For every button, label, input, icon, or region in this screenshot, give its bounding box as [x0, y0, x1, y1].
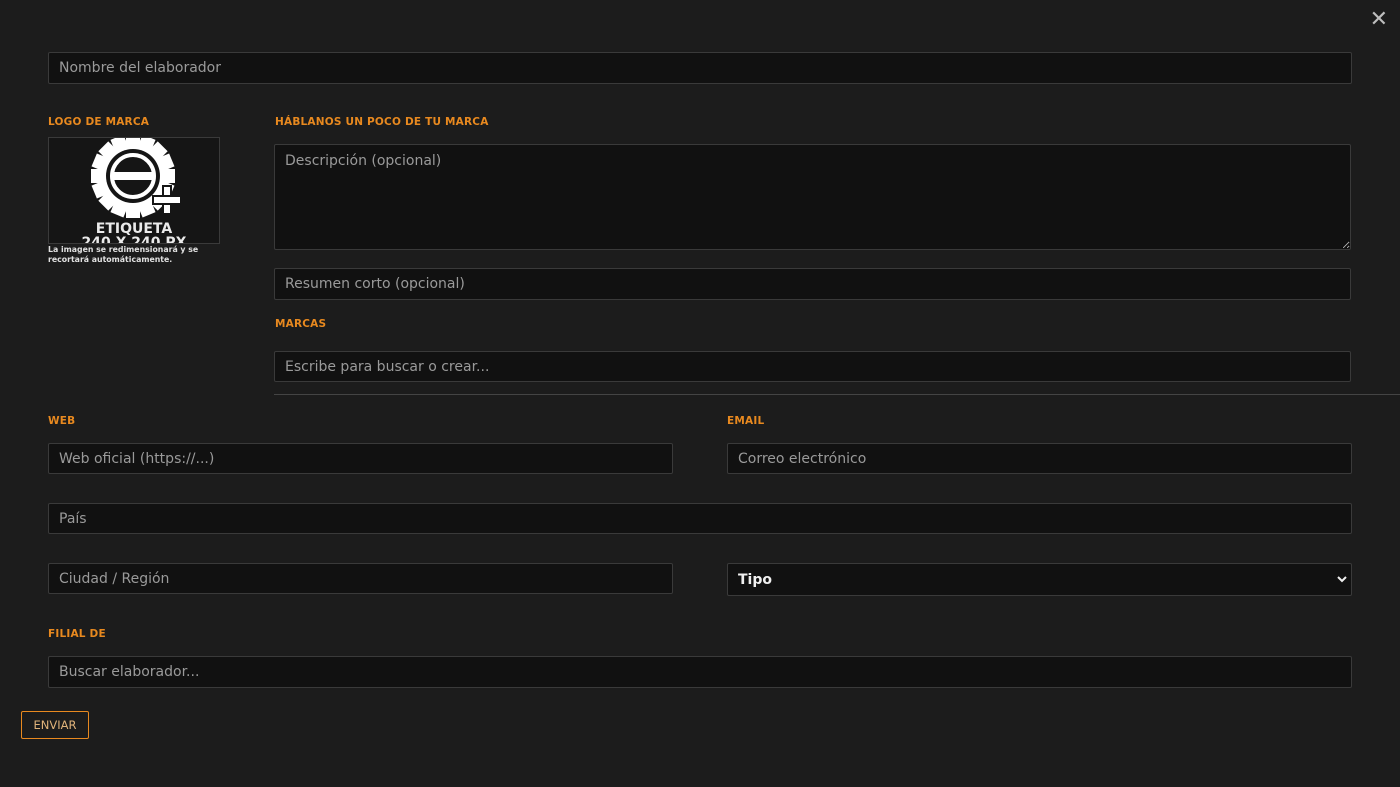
- web-input[interactable]: [48, 443, 673, 474]
- submit-button[interactable]: ENVIAR: [21, 711, 89, 739]
- about-label: HÁBLANOS UN POCO DE TU MARCA: [275, 116, 489, 128]
- email-input[interactable]: [727, 443, 1352, 474]
- logo-hint: La imagen se redimensionará y se recorta…: [48, 245, 199, 264]
- description-textarea[interactable]: [274, 144, 1351, 250]
- gear-label-add-icon: [91, 138, 181, 218]
- logo-label: LOGO DE MARCA: [48, 116, 150, 128]
- brands-label: MARCAS: [275, 318, 327, 330]
- type-select[interactable]: Tipo: [727, 563, 1352, 596]
- logo-image-text: ETIQUETA: [95, 221, 173, 237]
- summary-input[interactable]: [274, 268, 1351, 300]
- city-input[interactable]: [48, 563, 673, 594]
- producer-name-input[interactable]: [48, 52, 1352, 84]
- brands-search-input[interactable]: [274, 351, 1351, 382]
- producer-form-modal: ✕ LOGO DE MARCA: [0, 0, 1400, 787]
- logo-image-size-text: 240 X 240 PX: [81, 235, 187, 244]
- email-label: EMAIL: [727, 415, 765, 427]
- subsidiary-search-input[interactable]: [48, 656, 1352, 688]
- web-label: WEB: [48, 415, 76, 427]
- country-input[interactable]: [48, 503, 1352, 534]
- subsidiary-label: FILIAL DE: [48, 628, 106, 640]
- close-icon[interactable]: ✕: [1370, 8, 1388, 32]
- logo-upload[interactable]: ETIQUETA 240 X 240 PX: [48, 137, 220, 244]
- brands-divider: [274, 394, 1400, 395]
